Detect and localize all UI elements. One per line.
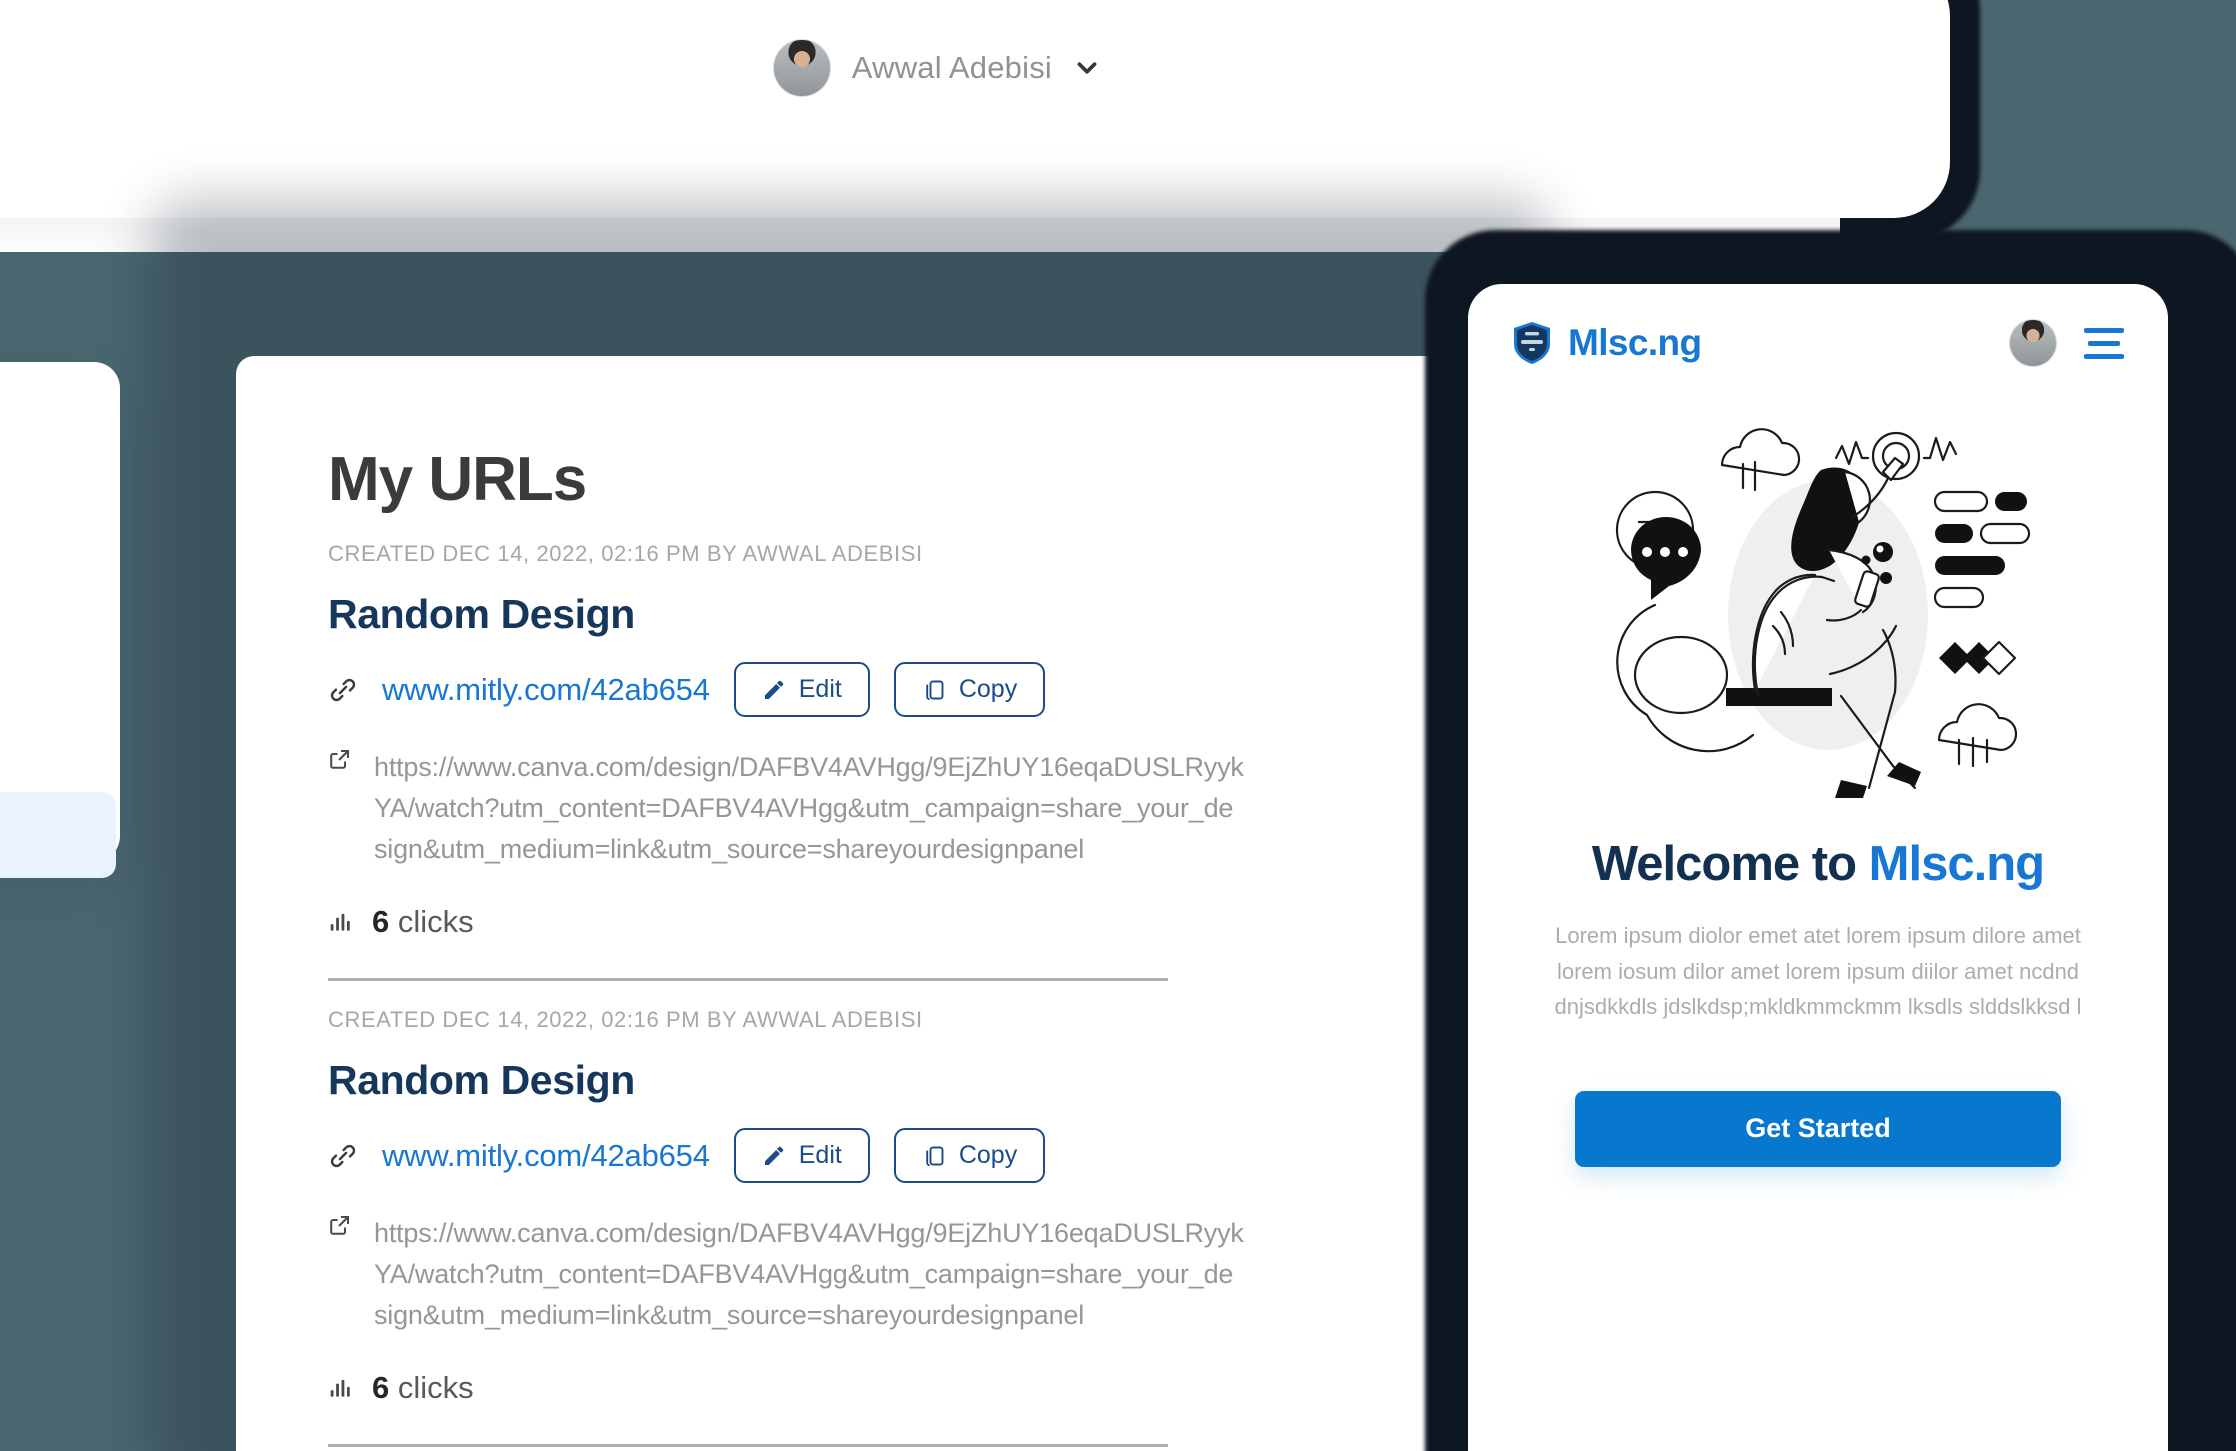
short-url-link[interactable]: www.mitly.com/42ab654 [382, 1138, 710, 1174]
user-menu[interactable]: Awwal Adebisi [773, 40, 1100, 96]
clicks-stat: 6 clicks [372, 904, 474, 940]
destination-url: https://www.canva.com/design/DAFBV4AVHgg… [374, 752, 1244, 865]
clicks-count: 6 [372, 904, 390, 940]
chevron-down-icon[interactable] [1074, 55, 1100, 81]
clicks-stat: 6 clicks [372, 1370, 474, 1406]
entry-created-label: CREATED DEC 14, 2022, 02:16 PM BY AWWAL … [328, 541, 923, 566]
copy-button-label: Copy [958, 675, 1018, 703]
mobile-brand-name: Mlsc.ng [1568, 322, 1702, 363]
sidebar-card [0, 362, 120, 878]
short-url-link[interactable]: www.mitly.com/42ab654 [382, 672, 710, 708]
person-on-bench-illustration [1468, 400, 2168, 800]
clicks-label: clicks [397, 1370, 474, 1406]
pencil-icon [762, 678, 786, 702]
get-started-button[interactable]: Get Started [1575, 1090, 2061, 1167]
copy-button-label: Copy [958, 1141, 1018, 1170]
copy-icon [922, 678, 946, 702]
mobile-body-text: Lorem ipsum diolor emet atet lorem ipsum… [1554, 923, 2082, 1020]
page-title: My URLs [328, 445, 587, 514]
link-icon [328, 1141, 358, 1171]
entry-created-label: CREATED DEC 14, 2022, 02:16 PM BY AWWAL … [328, 1007, 923, 1033]
welcome-brand: Mlsc.ng [1868, 837, 2045, 891]
copy-button[interactable]: Copy [893, 1128, 1046, 1184]
hamburger-menu-icon[interactable] [2084, 327, 2124, 359]
copy-icon [922, 1144, 946, 1168]
sidebar-item-active[interactable] [0, 792, 116, 878]
shield-logo-icon [1512, 321, 1552, 365]
user-avatar[interactable] [2010, 320, 2056, 366]
welcome-prefix: Welcome to [1591, 837, 1869, 891]
urls-content-card: My URLs CREATED DEC 14, 2022, 02:16 PM B… [236, 356, 1576, 1451]
entry-divider [328, 1444, 1168, 1448]
clicks-count: 6 [372, 1370, 390, 1406]
user-avatar [773, 40, 830, 96]
link-icon [328, 675, 358, 705]
bar-chart-icon [328, 909, 354, 935]
entry-title: Random Design [328, 1057, 635, 1104]
url-list: CREATED DEC 14, 2022, 02:16 PM BY AWWAL … [328, 515, 1484, 1448]
mobile-header-actions [2010, 320, 2124, 366]
bar-chart-icon [328, 1375, 354, 1401]
mobile-welcome-title: Welcome to Mlsc.ng [1468, 836, 2168, 892]
mobile-header: Mlsc.ng [1468, 284, 2168, 366]
desktop-header-card: Awwal Adebisi [0, 0, 1950, 218]
external-link-icon[interactable] [328, 1213, 352, 1237]
entry-title: Random Design [328, 591, 635, 637]
mobile-preview-card: Mlsc.ng Welcome to Mlsc.ng Lorem ipsum d… [1468, 284, 2168, 1451]
destination-url: https://www.canva.com/design/DAFBV4AVHgg… [374, 1218, 1244, 1331]
pencil-icon [762, 1144, 786, 1168]
edit-button[interactable]: Edit [733, 1128, 870, 1184]
user-name-label: Awwal Adebisi [851, 50, 1052, 85]
url-entry: CREATED DEC 14, 2022, 02:16 PM BY AWWAL … [328, 981, 1484, 1448]
url-entry: CREATED DEC 14, 2022, 02:16 PM BY AWWAL … [328, 515, 1484, 982]
edit-button-label: Edit [798, 675, 842, 703]
edit-button[interactable]: Edit [733, 662, 870, 717]
copy-button[interactable]: Copy [893, 662, 1046, 717]
external-link-icon[interactable] [328, 747, 352, 771]
edit-button-label: Edit [798, 1141, 842, 1170]
clicks-label: clicks [397, 904, 474, 940]
mobile-brand[interactable]: Mlsc.ng [1512, 321, 1702, 365]
